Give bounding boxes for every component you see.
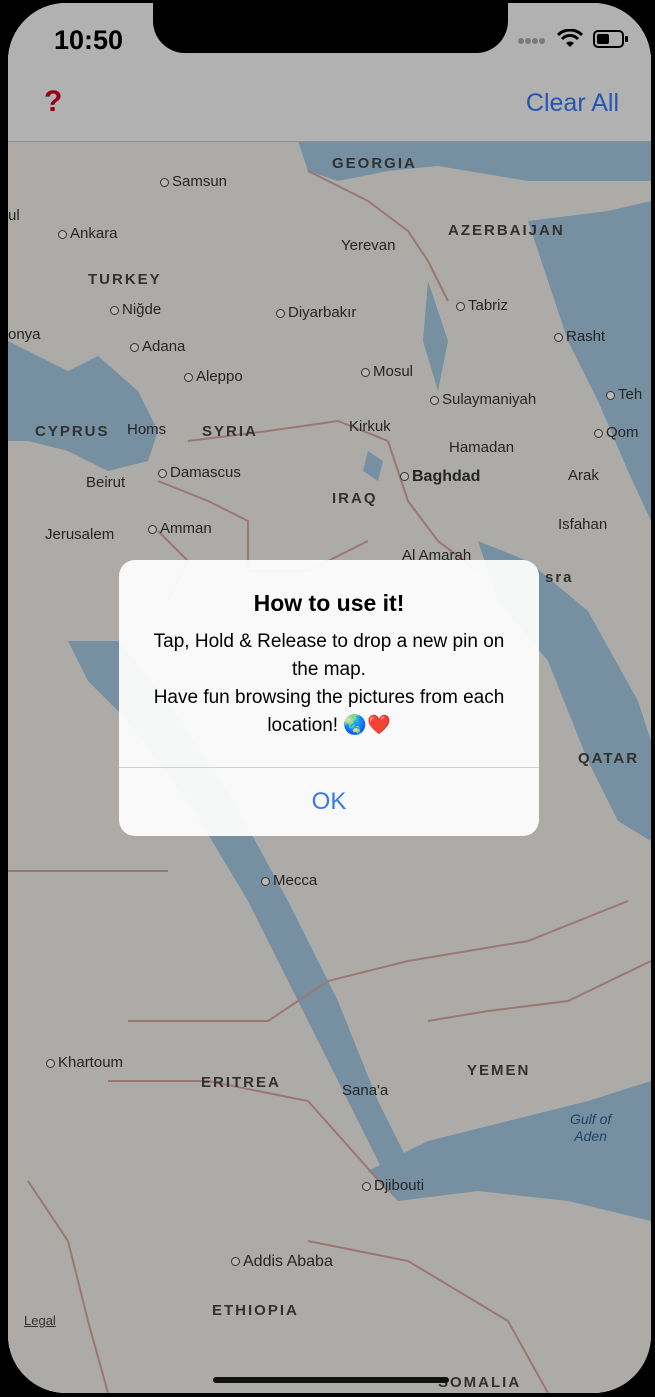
home-indicator[interactable] [213,1377,449,1383]
alert-message: Tap, Hold & Release to drop a new pin on… [153,631,505,736]
ok-button[interactable]: OK [119,768,539,836]
alert-title: How to use it! [253,590,405,616]
how-to-alert: How to use it! Tap, Hold & Release to dr… [119,560,539,836]
